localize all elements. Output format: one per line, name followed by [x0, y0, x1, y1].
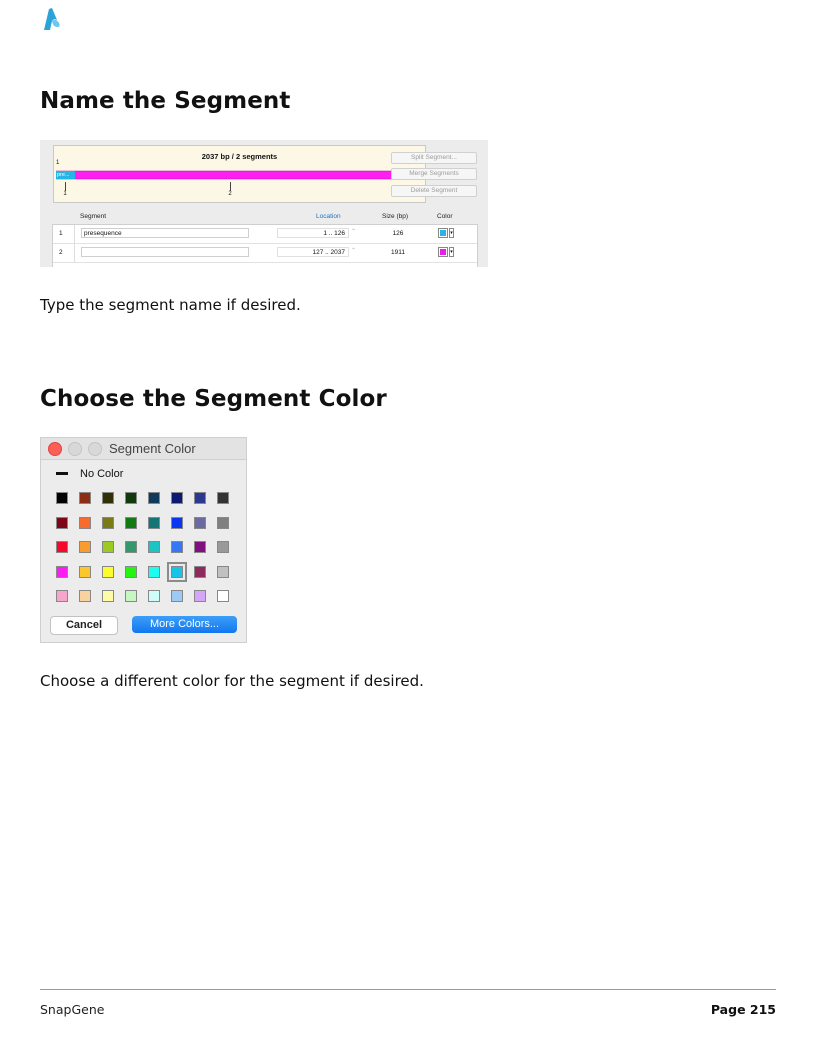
color-swatch[interactable] — [56, 590, 68, 602]
color-swatch[interactable] — [125, 541, 137, 553]
col-color[interactable]: Color — [437, 213, 453, 220]
color-swatch[interactable] — [79, 516, 91, 529]
color-swatch[interactable] — [438, 228, 448, 238]
color-swatch[interactable] — [217, 590, 229, 602]
segment-1-block[interactable]: pre... — [56, 171, 75, 179]
color-swatch[interactable] — [79, 492, 91, 504]
segment-name-field[interactable] — [81, 247, 249, 257]
color-swatch[interactable] — [217, 492, 229, 504]
color-swatch[interactable] — [167, 561, 187, 582]
color-swatch[interactable] — [125, 516, 137, 529]
color-swatch[interactable] — [148, 492, 160, 504]
cancel-button[interactable]: Cancel — [50, 616, 118, 635]
color-swatch[interactable] — [102, 541, 114, 553]
segment-name-field[interactable]: presequence — [81, 228, 249, 238]
no-color-label[interactable]: No Color — [80, 468, 123, 480]
window-titlebar: Segment Color — [41, 438, 246, 460]
close-icon[interactable] — [48, 442, 62, 456]
location-stepper[interactable]: ⌃ — [351, 247, 356, 254]
map-summary: 2037 bp / 2 segments — [201, 152, 278, 161]
segment-table: 1 presequence 1 .. 126 ⌃ 126 ▾ 2 127 .. … — [52, 224, 478, 267]
color-swatch[interactable] — [148, 590, 160, 602]
delete-segment-button[interactable]: Delete Segment — [391, 185, 477, 197]
caption-name-segment: Type the segment name if desired. — [40, 296, 301, 314]
color-swatch[interactable] — [217, 516, 229, 529]
footer-divider — [40, 989, 776, 990]
color-swatch[interactable] — [125, 590, 137, 602]
snapgene-logo-icon — [44, 8, 60, 30]
segment-color-window: Segment Color No Color Cancel More Color… — [40, 437, 247, 643]
color-swatch[interactable] — [79, 541, 91, 553]
row-number: 2 — [59, 249, 63, 256]
color-swatch[interactable] — [148, 516, 160, 529]
color-swatch[interactable] — [171, 541, 183, 553]
color-swatch[interactable] — [102, 492, 114, 504]
chevron-down-icon[interactable]: ▾ — [449, 247, 454, 257]
caption-choose-color: Choose a different color for the segment… — [40, 672, 424, 690]
location-field[interactable]: 1 .. 126 — [277, 228, 349, 238]
zoom-icon[interactable] — [88, 442, 102, 456]
col-size[interactable]: Size (bp) — [382, 213, 408, 220]
more-colors-button[interactable]: More Colors... — [132, 616, 237, 633]
color-swatch[interactable] — [56, 492, 68, 504]
color-swatch[interactable] — [194, 516, 206, 529]
table-row[interactable]: 1 presequence 1 .. 126 ⌃ 126 ▾ — [53, 225, 469, 243]
color-swatch[interactable] — [148, 541, 160, 553]
heading-choose-color: Choose the Segment Color — [40, 386, 387, 412]
color-swatch[interactable] — [171, 590, 183, 602]
no-color-swatch[interactable] — [56, 472, 68, 475]
size-value: 1911 — [391, 249, 405, 256]
color-swatch[interactable] — [194, 590, 206, 602]
color-swatch[interactable] — [217, 565, 229, 578]
marker-1: 1 — [60, 182, 70, 197]
row-number: 1 — [59, 230, 63, 237]
location-field[interactable]: 127 .. 2037 — [277, 247, 349, 257]
minimize-icon[interactable] — [68, 442, 82, 456]
color-swatch[interactable] — [79, 565, 91, 578]
split-segment-button[interactable]: Split Segment... — [391, 152, 477, 164]
color-swatch-grid — [56, 492, 236, 610]
col-segment[interactable]: Segment — [80, 213, 106, 220]
color-swatch[interactable] — [217, 541, 229, 553]
map-start: 1 — [56, 160, 60, 166]
window-title: Segment Color — [109, 441, 196, 456]
segment-editor-screenshot: 2037 bp / 2 segments 1 2037 pre... 1 2 S… — [40, 140, 488, 267]
table-row[interactable]: 2 127 .. 2037 ⌃ 1911 ▾ — [53, 244, 469, 262]
color-swatch[interactable] — [125, 565, 137, 578]
color-swatch[interactable] — [171, 492, 183, 504]
color-swatch[interactable] — [194, 565, 206, 578]
color-swatch[interactable] — [56, 565, 68, 578]
size-value: 126 — [392, 230, 404, 237]
color-swatch[interactable] — [56, 541, 68, 553]
color-swatch[interactable] — [79, 590, 91, 602]
color-swatch[interactable] — [56, 516, 68, 529]
segment-arrow[interactable] — [56, 170, 414, 180]
merge-segments-button[interactable]: Merge Segments — [391, 168, 477, 180]
color-swatch[interactable] — [102, 590, 114, 602]
footer-brand: SnapGene — [40, 1002, 105, 1017]
color-swatch[interactable] — [148, 565, 160, 578]
color-swatch[interactable] — [194, 541, 206, 553]
color-swatch[interactable] — [194, 492, 206, 504]
heading-name-segment: Name the Segment — [40, 88, 291, 114]
marker-2: 2 — [225, 182, 235, 197]
color-swatch[interactable] — [102, 565, 114, 578]
color-swatch[interactable] — [438, 247, 448, 257]
sequence-map: 2037 bp / 2 segments 1 2037 pre... 1 2 — [53, 145, 426, 203]
color-swatch[interactable] — [102, 516, 114, 529]
color-swatch[interactable] — [125, 492, 137, 504]
chevron-down-icon[interactable]: ▾ — [449, 228, 454, 238]
page-number: Page 215 — [710, 1002, 776, 1017]
location-stepper[interactable]: ⌃ — [351, 228, 356, 235]
col-location[interactable]: Location — [316, 213, 341, 220]
color-swatch[interactable] — [171, 516, 183, 529]
